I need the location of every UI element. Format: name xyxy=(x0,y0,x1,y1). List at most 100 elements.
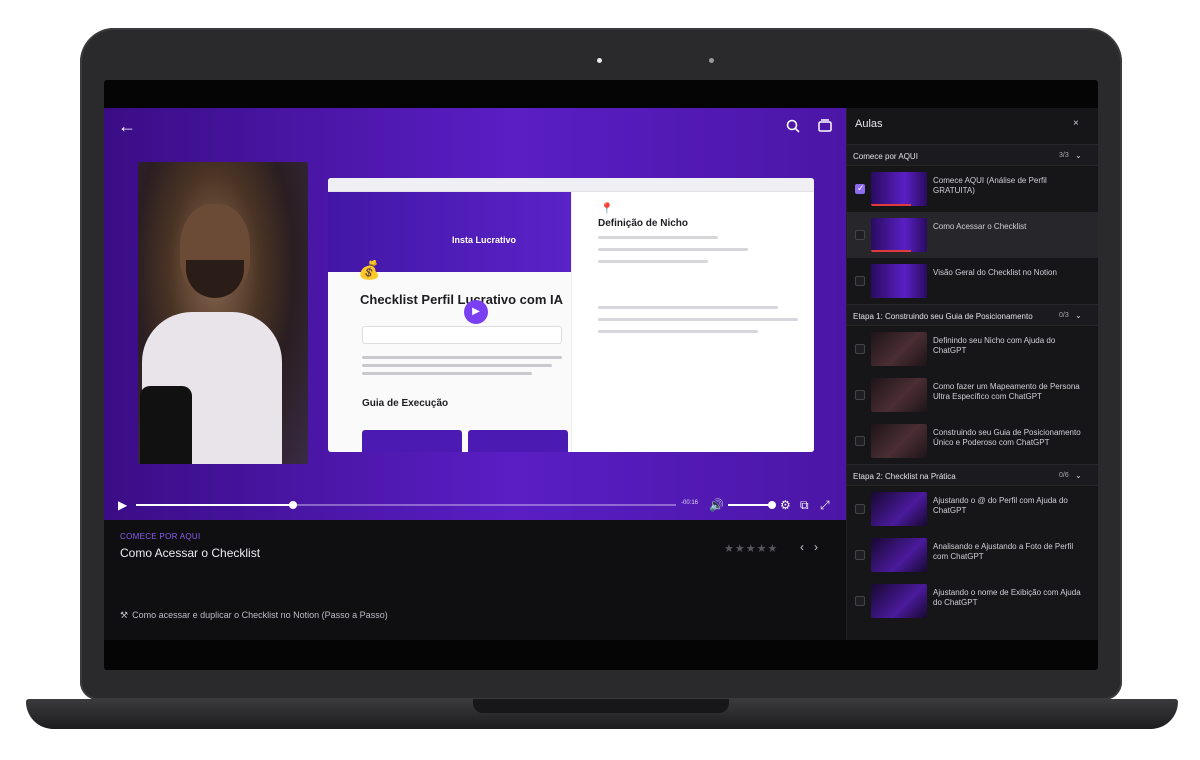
lesson-checkbox[interactable] xyxy=(855,550,865,560)
lesson-thumbnail xyxy=(871,332,927,366)
section-count: 0/3 xyxy=(1059,312,1069,319)
lessons-sidebar: Aulas × Comece por AQUI 3/3 ⌄ Comece AQUI (… xyxy=(846,108,1098,640)
lesson-checkbox[interactable] xyxy=(855,436,865,446)
close-icon[interactable]: × xyxy=(1073,118,1079,129)
section-name: Etapa 2: Checklist na Prática xyxy=(853,472,956,481)
lesson-thumbnail xyxy=(871,584,927,618)
lesson-item-label: Como Acessar o Checklist xyxy=(933,222,1027,231)
arrow-left-icon[interactable]: ← xyxy=(118,117,136,135)
play-icon[interactable]: ▶ xyxy=(118,499,127,511)
lesson-checkbox[interactable] xyxy=(855,596,865,606)
notion-card xyxy=(362,430,462,452)
lesson-item[interactable]: Ajustando o nome de Exibição com Ajuda d… xyxy=(847,578,1098,624)
notion-page-title: Checklist Perfil Lucrativo com IA xyxy=(360,292,564,307)
lesson-thumbnail xyxy=(871,492,927,526)
course-app: ← Insta Lucrativo 💰 Checklist Perfil Luc… xyxy=(104,108,1098,640)
microphone xyxy=(140,386,192,464)
lesson-thumbnail xyxy=(871,218,927,252)
chevron-down-icon[interactable]: ⌄ xyxy=(1075,471,1082,480)
chevron-right-icon[interactable]: › xyxy=(814,540,828,554)
sidebar-section-header[interactable]: Comece por AQUI 3/3 ⌄ xyxy=(847,144,1098,166)
lesson-section-label: COMECE POR AQUI xyxy=(120,532,201,541)
laptop-hinge-notch xyxy=(473,699,729,713)
lesson-thumbnail xyxy=(871,264,927,298)
brand-logo: Insta Lucrativo xyxy=(452,235,517,245)
notion-detail-title: Definição de Nicho xyxy=(598,218,689,229)
lesson-info: COMECE POR AQUI Como Acessar o Checklist… xyxy=(104,520,846,640)
time-remaining: -00:16 xyxy=(681,500,699,506)
video-player[interactable]: ← Insta Lucrativo 💰 Checklist Perfil Luc… xyxy=(104,108,846,520)
text-line xyxy=(598,330,758,333)
lesson-thumbnail xyxy=(871,424,927,458)
sensor-dot-icon xyxy=(709,58,714,63)
seek-bar[interactable] xyxy=(136,501,676,509)
lesson-item-label: Analisando e Ajustando a Foto de Perfil … xyxy=(933,542,1074,561)
lesson-checkbox[interactable] xyxy=(855,276,865,286)
search-icon[interactable] xyxy=(786,119,800,137)
lesson-checkbox[interactable] xyxy=(855,390,865,400)
lesson-item[interactable]: Definindo seu Nicho com Ajuda do ChatGPT xyxy=(847,326,1098,372)
volume-slider[interactable] xyxy=(728,501,776,509)
section-count: 3/3 xyxy=(1059,152,1069,159)
lesson-thumbnail xyxy=(871,378,927,412)
seek-bar-played xyxy=(136,504,293,506)
presenter-video xyxy=(138,162,308,464)
volume-handle[interactable] xyxy=(768,501,776,509)
external-link-icon[interactable]: ⧉ xyxy=(800,499,809,511)
watch-progress xyxy=(871,250,911,252)
lesson-checkbox[interactable] xyxy=(855,504,865,514)
lesson-item[interactable]: Analisando e Ajustando a Foto de Perfil … xyxy=(847,532,1098,578)
lesson-description-text: Como acessar e duplicar o Checklist no N… xyxy=(132,610,388,620)
watch-progress xyxy=(871,204,911,206)
pin-icon: 📍 xyxy=(600,203,614,215)
presenter-beard xyxy=(186,260,244,298)
section-name: Etapa 1: Construindo seu Guia de Posicio… xyxy=(853,312,1033,321)
chevron-down-icon[interactable]: ⌄ xyxy=(1075,311,1082,320)
rating-stars[interactable]: ★★★★★ xyxy=(724,542,778,555)
lesson-checkbox[interactable] xyxy=(855,183,865,194)
lesson-item[interactable]: Como Acessar o Checklist xyxy=(847,212,1098,258)
lesson-item-label: Visão Geral do Checklist no Notion xyxy=(933,268,1057,277)
tools-icon: ⚒ xyxy=(120,610,129,620)
notion-heading: Guia de Execução xyxy=(362,398,449,409)
browser-bar xyxy=(328,178,814,192)
cast-icon[interactable] xyxy=(818,119,832,136)
sidebar-title: Aulas xyxy=(855,118,883,130)
notion-callout xyxy=(362,326,562,344)
text-line xyxy=(598,306,778,309)
chevron-left-icon[interactable]: ‹ xyxy=(800,540,814,554)
sidebar-section-header[interactable]: Etapa 2: Checklist na Prática 0/6 ⌄ xyxy=(847,464,1098,486)
notion-card xyxy=(468,430,568,452)
lesson-item-label: Ajustando o nome de Exibição com Ajuda d… xyxy=(933,588,1081,607)
notion-detail-panel: 📍 Definição de Nicho xyxy=(571,192,814,452)
lesson-description: ⚒ Como acessar e duplicar o Checklist no … xyxy=(120,610,388,621)
player-controls: ▶ -00:16 🔊 ⚙ ⧉ ⤢ xyxy=(104,490,846,520)
screen: ← Insta Lucrativo 💰 Checklist Perfil Luc… xyxy=(104,80,1098,670)
play-overlay-icon[interactable]: ▶ xyxy=(464,300,488,324)
seek-handle[interactable] xyxy=(288,501,297,509)
gear-icon[interactable]: ⚙ xyxy=(780,499,791,511)
text-line xyxy=(598,318,798,321)
volume-icon[interactable]: 🔊 xyxy=(709,499,724,511)
chevron-down-icon[interactable]: ⌄ xyxy=(1075,151,1082,160)
text-line xyxy=(598,248,748,251)
money-bag-icon: 💰 xyxy=(358,260,381,280)
lesson-checkbox[interactable] xyxy=(855,344,865,354)
lesson-item-label: Construindo seu Guia de Posicionamento Ú… xyxy=(933,428,1081,447)
section-name: Comece por AQUI xyxy=(853,152,918,161)
text-line xyxy=(362,372,532,375)
lesson-checkbox[interactable] xyxy=(855,230,865,240)
lesson-item[interactable]: Como fazer um Mapeamento de Persona Ultr… xyxy=(847,372,1098,418)
text-line xyxy=(598,236,718,239)
lesson-title: Como Acessar o Checklist xyxy=(120,546,261,560)
lesson-item[interactable]: Construindo seu Guia de Posicionamento Ú… xyxy=(847,418,1098,464)
sidebar-section-header[interactable]: Etapa 1: Construindo seu Guia de Posicio… xyxy=(847,304,1098,326)
fullscreen-icon[interactable]: ⤢ xyxy=(820,499,830,511)
camera-dot-icon xyxy=(597,58,602,63)
lesson-item[interactable]: Comece AQUI (Análise de Perfil GRATUITA) xyxy=(847,166,1098,212)
lesson-item[interactable]: Ajustando o @ do Perfil com Ajuda do Cha… xyxy=(847,486,1098,532)
lesson-thumbnail xyxy=(871,172,927,206)
lesson-item-label: Ajustando o @ do Perfil com Ajuda do Cha… xyxy=(933,496,1068,515)
text-line xyxy=(362,356,562,359)
lesson-item[interactable]: Visão Geral do Checklist no Notion xyxy=(847,258,1098,304)
